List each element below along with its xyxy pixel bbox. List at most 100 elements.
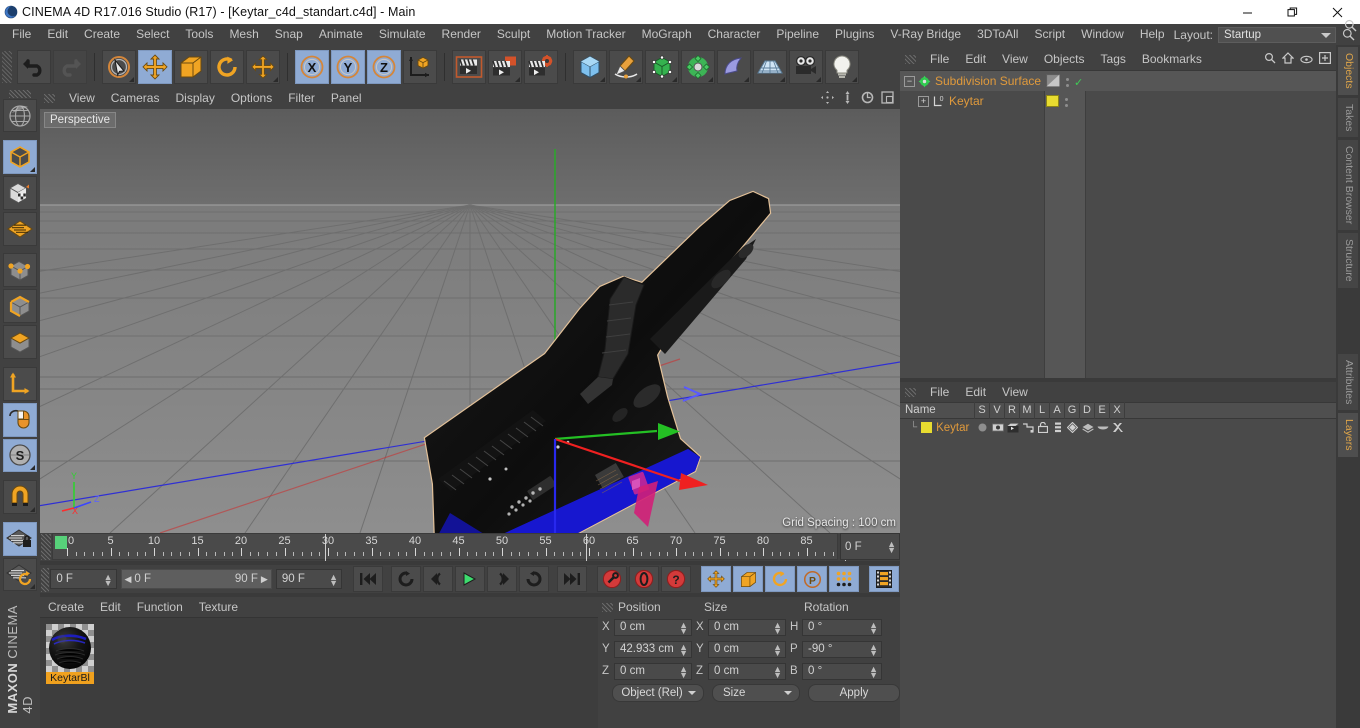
side-tab-content-browser[interactable]: Content Browser: [1337, 139, 1359, 232]
stepper-icon[interactable]: ▲ ▼: [773, 620, 782, 635]
left-toolbar-grip[interactable]: [9, 90, 31, 98]
viewport-grip[interactable]: [44, 94, 55, 103]
tool-texture-mode[interactable]: [3, 175, 37, 210]
position-y-field[interactable]: 42.933 cm ▲ ▼: [614, 640, 692, 658]
tool-polygon-mode[interactable]: [3, 211, 37, 246]
tool-model-mode[interactable]: [3, 140, 37, 174]
menu-3dtoall[interactable]: 3DToAll: [969, 24, 1026, 45]
scale-tool-button[interactable]: [174, 49, 208, 84]
menu-select[interactable]: Select: [128, 24, 177, 45]
menu-sculpt[interactable]: Sculpt: [489, 24, 538, 45]
menu-plugins[interactable]: Plugins: [827, 24, 882, 45]
render-view-button[interactable]: [452, 49, 486, 84]
material-item[interactable]: KeytarBl: [46, 624, 94, 684]
layer-cell-x[interactable]: [1110, 422, 1125, 433]
eye-icon[interactable]: [1300, 53, 1313, 67]
object-manager-grip[interactable]: [905, 54, 916, 64]
timeline-toggle-button[interactable]: [869, 566, 899, 592]
side-tab-takes[interactable]: Takes: [1337, 96, 1359, 139]
go-to-end-button[interactable]: [557, 566, 587, 592]
stepper-icon[interactable]: ▲ ▼: [773, 642, 782, 657]
tool-face-mode[interactable]: [3, 325, 37, 360]
current-frame-marker[interactable]: [55, 536, 67, 549]
range-right-arrow-icon[interactable]: ▶: [261, 574, 268, 585]
key-rotation-button[interactable]: [765, 566, 795, 592]
coordinates-grip[interactable]: [602, 602, 613, 612]
search-icon[interactable]: [1264, 52, 1276, 67]
object-tree[interactable]: − Subdivision Surface ✓ + 0 Keytar: [900, 70, 1336, 378]
layer-name-cell[interactable]: └ Keytar: [900, 422, 975, 434]
rotate-tool-button[interactable]: [210, 49, 244, 84]
rotation-p-field[interactable]: -90 ° ▲ ▼: [802, 640, 882, 658]
tool-axis-mode[interactable]: [3, 366, 37, 401]
layer-col-e[interactable]: E: [1095, 402, 1110, 419]
tool-workplane-rotate[interactable]: [3, 557, 37, 592]
viewport-menu-cameras[interactable]: Cameras: [103, 88, 168, 109]
world-coordinates-button[interactable]: [403, 49, 437, 84]
stepper-icon[interactable]: ▲ ▼: [104, 573, 113, 588]
pan-view-icon[interactable]: [821, 91, 834, 107]
autokeying-button[interactable]: [629, 566, 659, 592]
key-parameter-button[interactable]: P: [797, 566, 827, 592]
move-alt-button[interactable]: [246, 49, 280, 84]
timeline-ruler[interactable]: 051015202530354045505560657075808590: [52, 533, 856, 561]
viewport-menu-display[interactable]: Display: [167, 88, 222, 109]
position-x-field[interactable]: 0 cm ▲ ▼: [614, 618, 692, 636]
tool-soft-selection[interactable]: S: [3, 438, 37, 473]
size-mode-dropdown[interactable]: Size: [712, 684, 800, 702]
menu-help[interactable]: Help: [1132, 24, 1173, 45]
key-scale-button[interactable]: [733, 566, 763, 592]
object-menu-edit[interactable]: Edit: [957, 48, 994, 70]
menu-mesh[interactable]: Mesh: [221, 24, 266, 45]
layer-cell-g[interactable]: [1065, 422, 1080, 433]
transport-grip[interactable]: [41, 567, 50, 592]
home-icon[interactable]: [1281, 52, 1295, 67]
layer-cell-v[interactable]: [990, 423, 1005, 432]
object-menu-bookmarks[interactable]: Bookmarks: [1134, 48, 1210, 70]
side-tab-attributes[interactable]: Attributes: [1337, 352, 1359, 412]
go-to-start-button[interactable]: [353, 566, 383, 592]
layer-cell-a[interactable]: [1050, 422, 1065, 433]
stepper-icon[interactable]: ▲ ▼: [869, 664, 878, 679]
spline-pen-button[interactable]: [609, 49, 643, 84]
stepper-icon[interactable]: ▲ ▼: [869, 642, 878, 657]
side-tab-objects[interactable]: Objects: [1337, 46, 1359, 96]
material-menu-texture[interactable]: Texture: [191, 597, 246, 617]
layer-manager-grip[interactable]: [905, 387, 916, 397]
layer-col-s[interactable]: S: [975, 402, 990, 419]
tag-dots-icon[interactable]: [1064, 98, 1068, 107]
maximize-viewport-icon[interactable]: [881, 91, 894, 107]
subdivision-tag-icon[interactable]: [1046, 74, 1060, 90]
size-x-field[interactable]: 0 cm ▲ ▼: [708, 618, 786, 636]
rotate-view-icon[interactable]: [861, 91, 874, 107]
stepper-icon[interactable]: ▲ ▼: [679, 620, 688, 635]
stepper-icon[interactable]: ▲ ▼: [329, 573, 338, 588]
layer-col-l[interactable]: L: [1035, 402, 1050, 419]
material-list[interactable]: KeytarBl: [40, 617, 598, 728]
stepper-icon[interactable]: ▲ ▼: [679, 664, 688, 679]
menu-animate[interactable]: Animate: [311, 24, 371, 45]
layer-cell-l[interactable]: [1035, 422, 1050, 433]
layer-list[interactable]: └ Keytar: [900, 419, 1336, 728]
redo-button[interactable]: [53, 49, 87, 84]
object-menu-tags[interactable]: Tags: [1093, 48, 1134, 70]
apply-button[interactable]: Apply: [808, 684, 900, 702]
record-keyframe-button[interactable]: [597, 566, 627, 592]
material-menu-function[interactable]: Function: [129, 597, 191, 617]
menu-tools[interactable]: Tools: [177, 24, 221, 45]
z-axis-button[interactable]: Z: [367, 49, 401, 84]
menu-motion-tracker[interactable]: Motion Tracker: [538, 24, 633, 45]
tool-workplane-lock[interactable]: [3, 521, 37, 556]
step-back-button[interactable]: [423, 566, 453, 592]
menu-window[interactable]: Window: [1073, 24, 1132, 45]
layer-menu-file[interactable]: File: [922, 382, 957, 402]
frame-range-slider[interactable]: ◀ 0 F 90 F ▶: [120, 569, 272, 589]
timeline-grip[interactable]: [41, 534, 51, 560]
expander-icon[interactable]: +: [918, 95, 929, 107]
layer-col-g[interactable]: G: [1065, 402, 1080, 419]
layer-col-d[interactable]: D: [1080, 402, 1095, 419]
tool-magnet[interactable]: [3, 98, 37, 133]
add-icon[interactable]: [1319, 52, 1332, 67]
layer-col-r[interactable]: R: [1005, 402, 1020, 419]
menu-simulate[interactable]: Simulate: [371, 24, 434, 45]
